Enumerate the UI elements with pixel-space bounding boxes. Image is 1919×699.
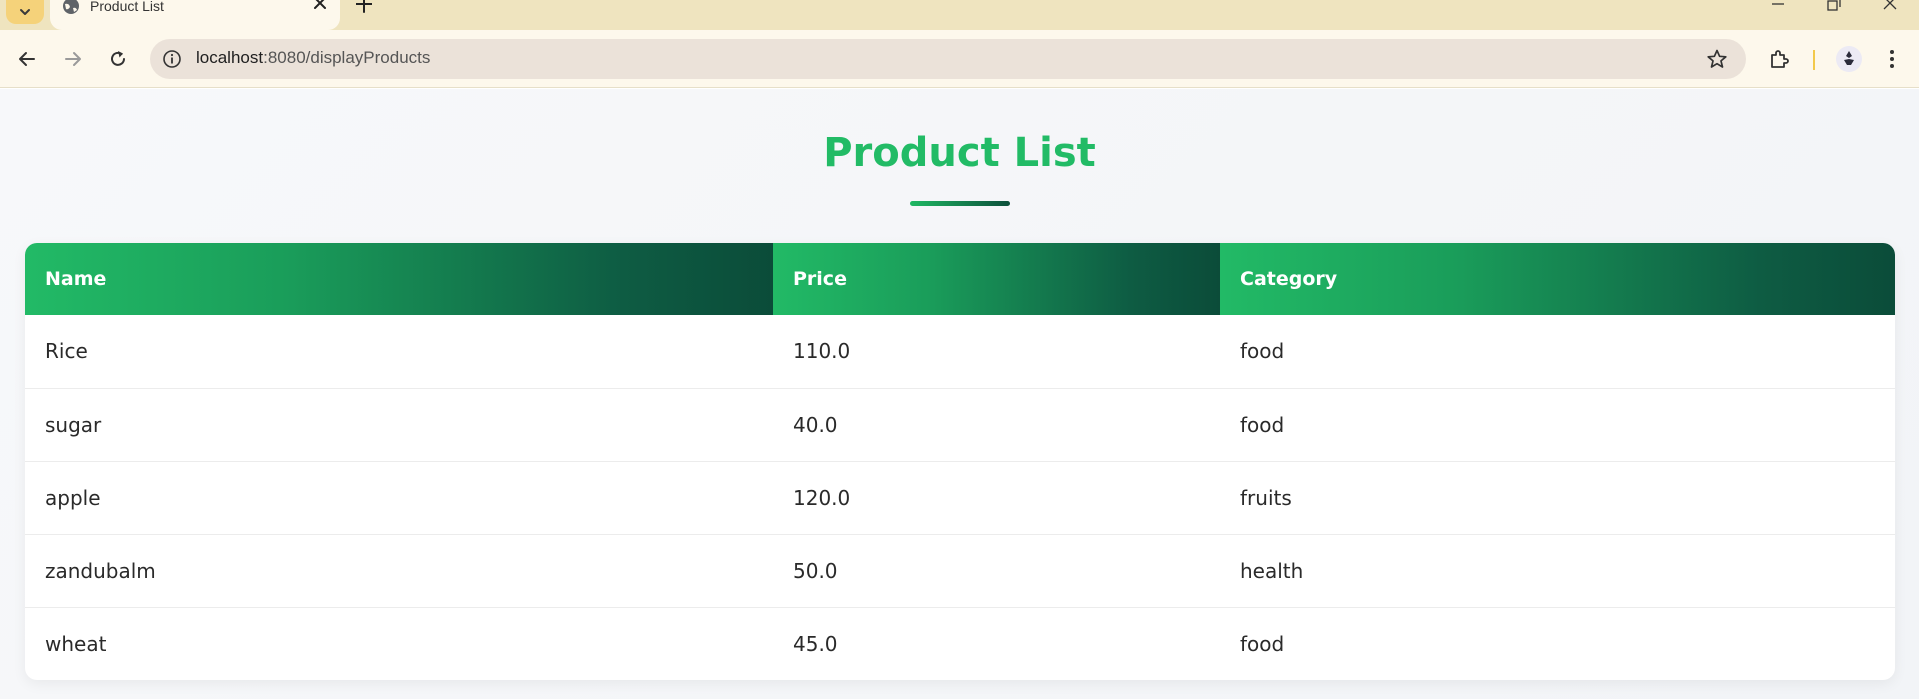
table-row: sugar 40.0 food <box>25 388 1895 462</box>
reload-icon[interactable] <box>107 48 129 70</box>
address-bar[interactable]: localhost:8080/displayProducts <box>150 39 1746 79</box>
cell-category: health <box>1220 534 1895 608</box>
column-header-name: Name <box>25 243 773 315</box>
cell-category: food <box>1220 315 1895 389</box>
cell-price: 45.0 <box>793 631 838 656</box>
new-tab-icon[interactable] <box>356 0 372 16</box>
tab-search-button[interactable] <box>6 0 44 24</box>
cell-category: fruits <box>1220 461 1895 535</box>
site-info-icon[interactable] <box>162 49 182 69</box>
url-host: localhost <box>196 48 264 67</box>
product-table-card: Name Price Category Rice 110.0 food suga… <box>25 243 1895 680</box>
cell-name: apple <box>25 461 773 535</box>
tab-strip: Product List <box>0 0 1919 30</box>
profile-icon <box>1844 51 1854 65</box>
more-vert-icon[interactable] <box>1882 47 1902 71</box>
chevron-down-icon <box>20 9 30 15</box>
cell-price: 120.0 <box>773 461 1220 535</box>
tab-title: Product List <box>90 0 164 14</box>
column-header-category: Category <box>1220 243 1895 315</box>
table-header-row: Name Price Category <box>25 243 1895 315</box>
back-arrow-icon[interactable] <box>16 48 38 70</box>
forward-arrow-icon[interactable] <box>62 48 84 70</box>
url-text: localhost:8080/displayProducts <box>196 48 430 68</box>
column-header-price: Price <box>773 243 1220 315</box>
cell-price: 40.0 <box>773 388 1220 462</box>
browser-tab[interactable]: Product List <box>50 0 340 30</box>
browser-toolbar: localhost:8080/displayProducts <box>0 30 1919 88</box>
cell-category: food <box>1220 388 1895 462</box>
table-row: zandubalm 50.0 health <box>25 534 1895 608</box>
cell-name: Rice <box>25 315 773 389</box>
table-row: Rice 110.0 food <box>25 315 1895 389</box>
cell-name: wheat <box>45 631 107 656</box>
page-title: Product List <box>823 130 1096 176</box>
minimize-icon[interactable] <box>1770 0 1786 14</box>
restore-icon[interactable] <box>1825 0 1841 14</box>
cell-category: food <box>1240 631 1285 656</box>
globe-icon <box>63 0 79 14</box>
cell-name: zandubalm <box>25 534 773 608</box>
close-window-icon[interactable] <box>1882 0 1898 14</box>
title-underline <box>910 201 1010 206</box>
bookmark-star-icon[interactable] <box>1706 48 1728 70</box>
profile-avatar[interactable] <box>1836 46 1862 72</box>
extensions-puzzle-icon[interactable] <box>1768 47 1792 71</box>
table-row: apple 120.0 fruits <box>25 461 1895 535</box>
url-path: :8080/displayProducts <box>263 48 431 67</box>
cell-name: sugar <box>25 388 773 462</box>
close-tab-icon[interactable] <box>312 0 328 16</box>
cell-price: 50.0 <box>773 534 1220 608</box>
table-row: wheat 45.0 food <box>25 607 1895 680</box>
page-content: Product List Name Price Category Rice 11… <box>0 89 1919 699</box>
product-table: Name Price Category Rice 110.0 food suga… <box>25 243 1895 680</box>
cell-price: 110.0 <box>773 315 1220 389</box>
toolbar-divider <box>1813 50 1815 70</box>
